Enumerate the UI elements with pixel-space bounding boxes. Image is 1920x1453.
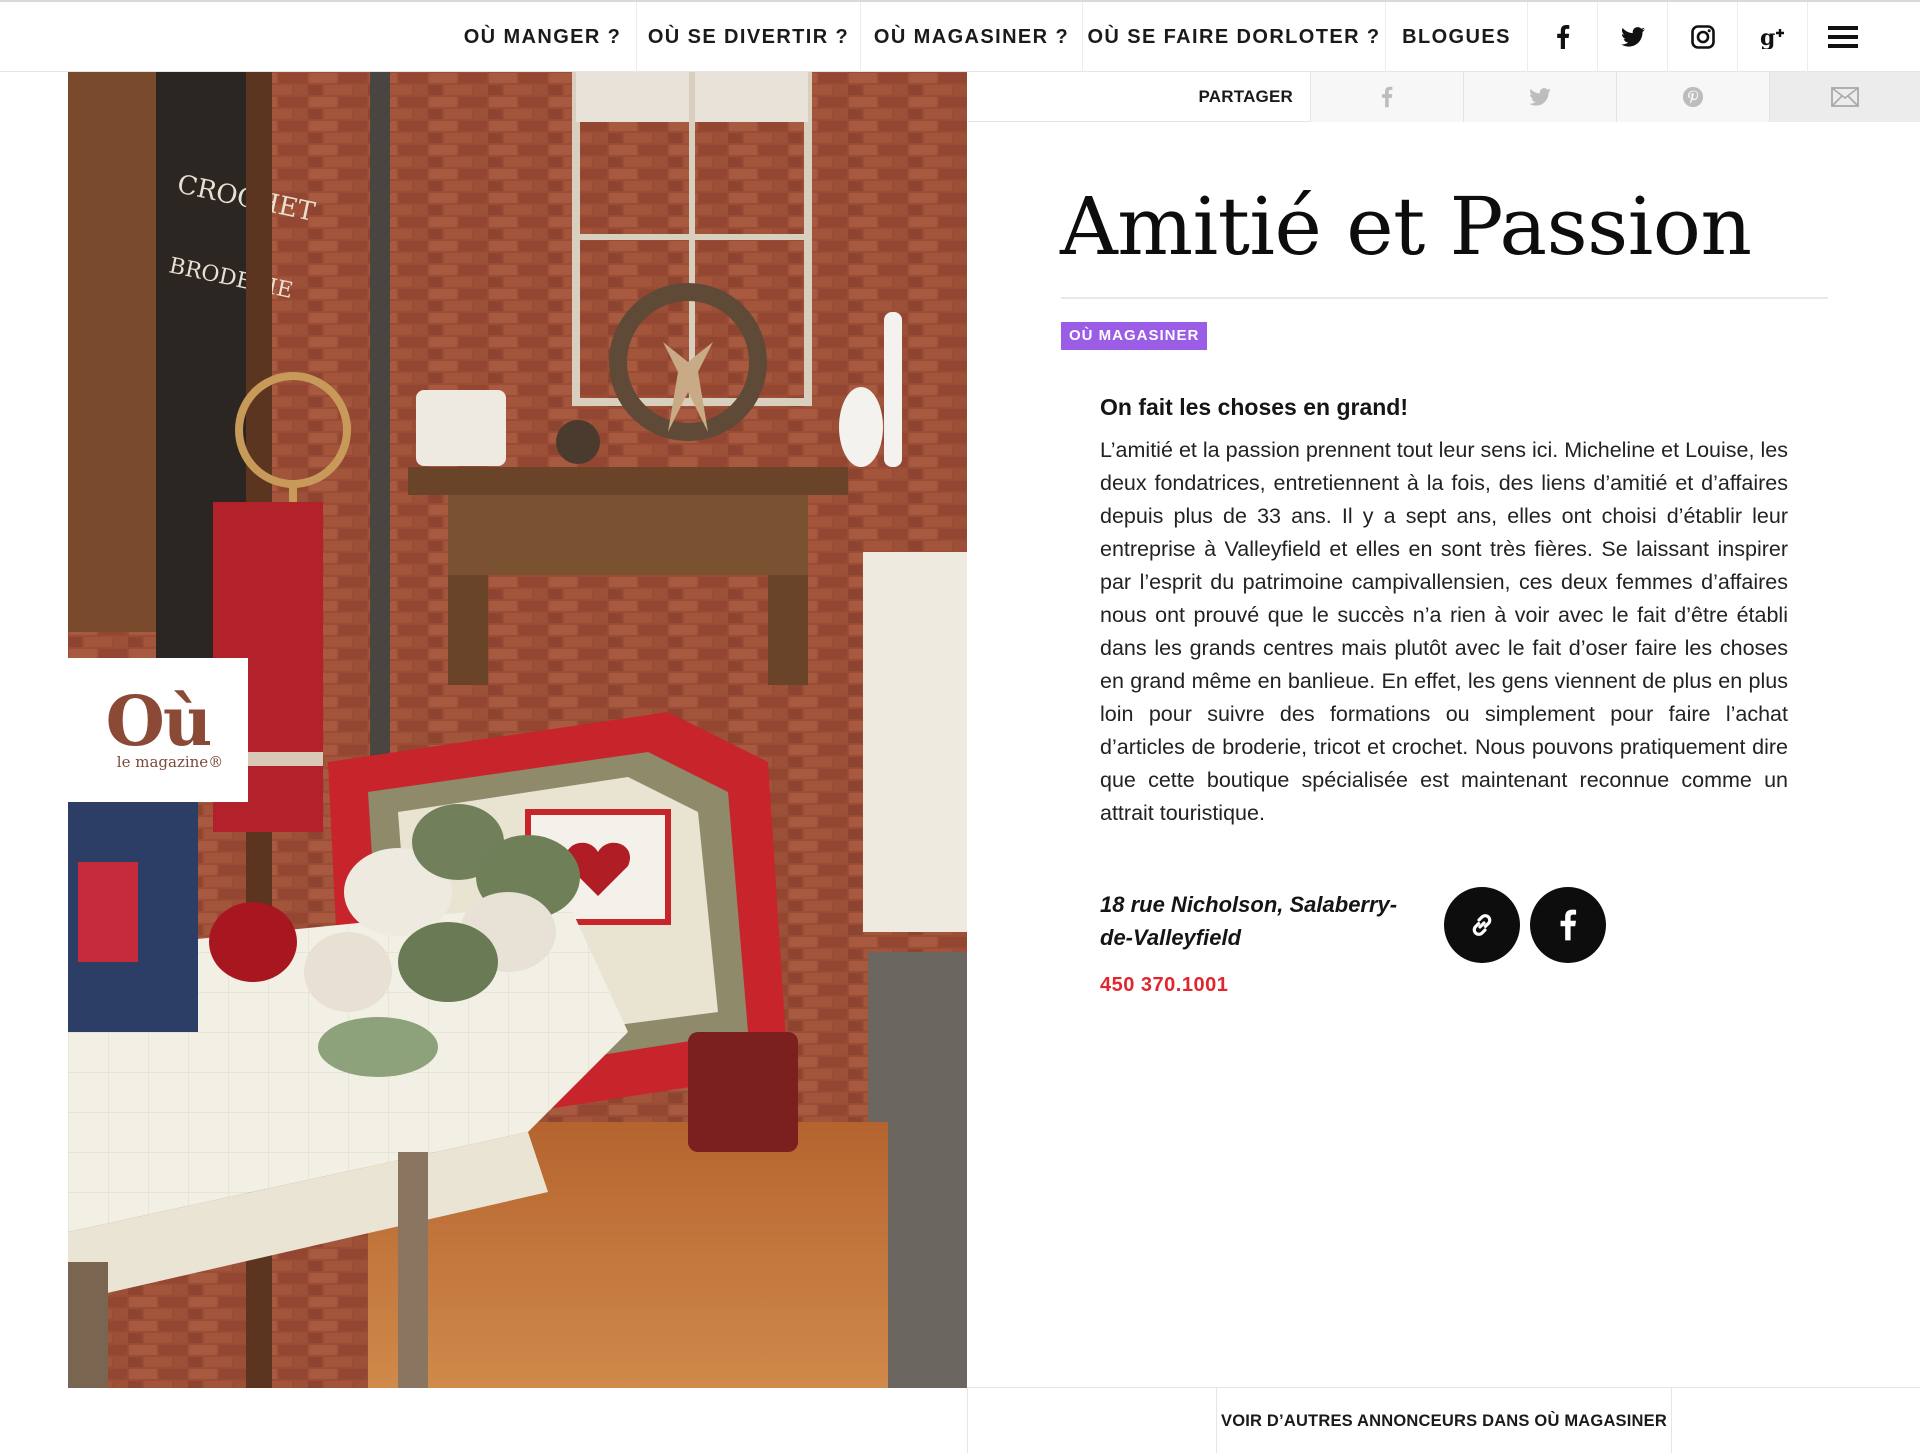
- facebook-icon: [1560, 909, 1577, 941]
- category-badge[interactable]: OÙ MAGASINER: [1061, 322, 1208, 350]
- nav-item-ou-se-faire-dorloter[interactable]: OÙ SE FAIRE DORLOTER ?: [1083, 2, 1386, 72]
- nav-item-ou-magasiner[interactable]: OÙ MAGASINER ?: [861, 2, 1083, 72]
- article-title: Amitié et Passion: [1060, 180, 1752, 273]
- share-twitter-button[interactable]: [1463, 72, 1616, 122]
- ou-magazine-logo[interactable]: Où le magazine®: [68, 658, 248, 802]
- business-address: 18 rue Nicholson, Salaberry-de-Valleyfie…: [1100, 892, 1398, 950]
- svg-text:g: g: [1760, 25, 1775, 49]
- menu-icon[interactable]: [1808, 2, 1878, 72]
- article-body: L’amitié et la passion prennent tout leu…: [1100, 438, 1788, 825]
- twitter-icon[interactable]: [1598, 2, 1668, 72]
- article-subhead: On fait les choses en grand!: [1100, 394, 1409, 420]
- bottom-left-divider: [967, 1387, 968, 1453]
- top-navigation: OÙ MANGER ? OÙ SE DIVERTIR ? OÙ MAGASINE…: [0, 0, 1920, 72]
- share-label: PARTAGER: [1198, 87, 1293, 106]
- share-facebook-button[interactable]: [1310, 72, 1463, 122]
- pinterest-icon: [1682, 86, 1704, 108]
- logo-word: Où: [105, 682, 213, 762]
- link-icon: [1472, 914, 1492, 936]
- share-email-button[interactable]: [1769, 72, 1920, 122]
- title-divider: [1061, 297, 1828, 299]
- website-link-button[interactable]: [1444, 887, 1520, 963]
- email-icon: [1831, 87, 1859, 107]
- share-pinterest-button[interactable]: [1616, 72, 1769, 122]
- nav-item-ou-manger[interactable]: OÙ MANGER ?: [449, 2, 637, 72]
- instagram-icon[interactable]: [1668, 2, 1738, 72]
- nav-item-ou-se-divertir[interactable]: OÙ SE DIVERTIR ?: [637, 2, 861, 72]
- business-phone[interactable]: 450 370.1001: [1100, 974, 1228, 997]
- twitter-icon: [1529, 88, 1551, 106]
- nav-item-blogues[interactable]: BLOGUES: [1386, 2, 1528, 72]
- more-advertisers-link[interactable]: VOIR D’AUTRES ANNONCEURS DANS OÙ MAGASIN…: [1216, 1388, 1672, 1453]
- google-plus-icon[interactable]: g: [1738, 2, 1808, 72]
- share-bar: PARTAGER: [968, 72, 1920, 122]
- facebook-page-button[interactable]: [1530, 887, 1606, 963]
- logo-subtitle: le magazine®: [116, 753, 224, 771]
- facebook-icon: [1382, 86, 1393, 108]
- facebook-icon[interactable]: [1528, 2, 1598, 72]
